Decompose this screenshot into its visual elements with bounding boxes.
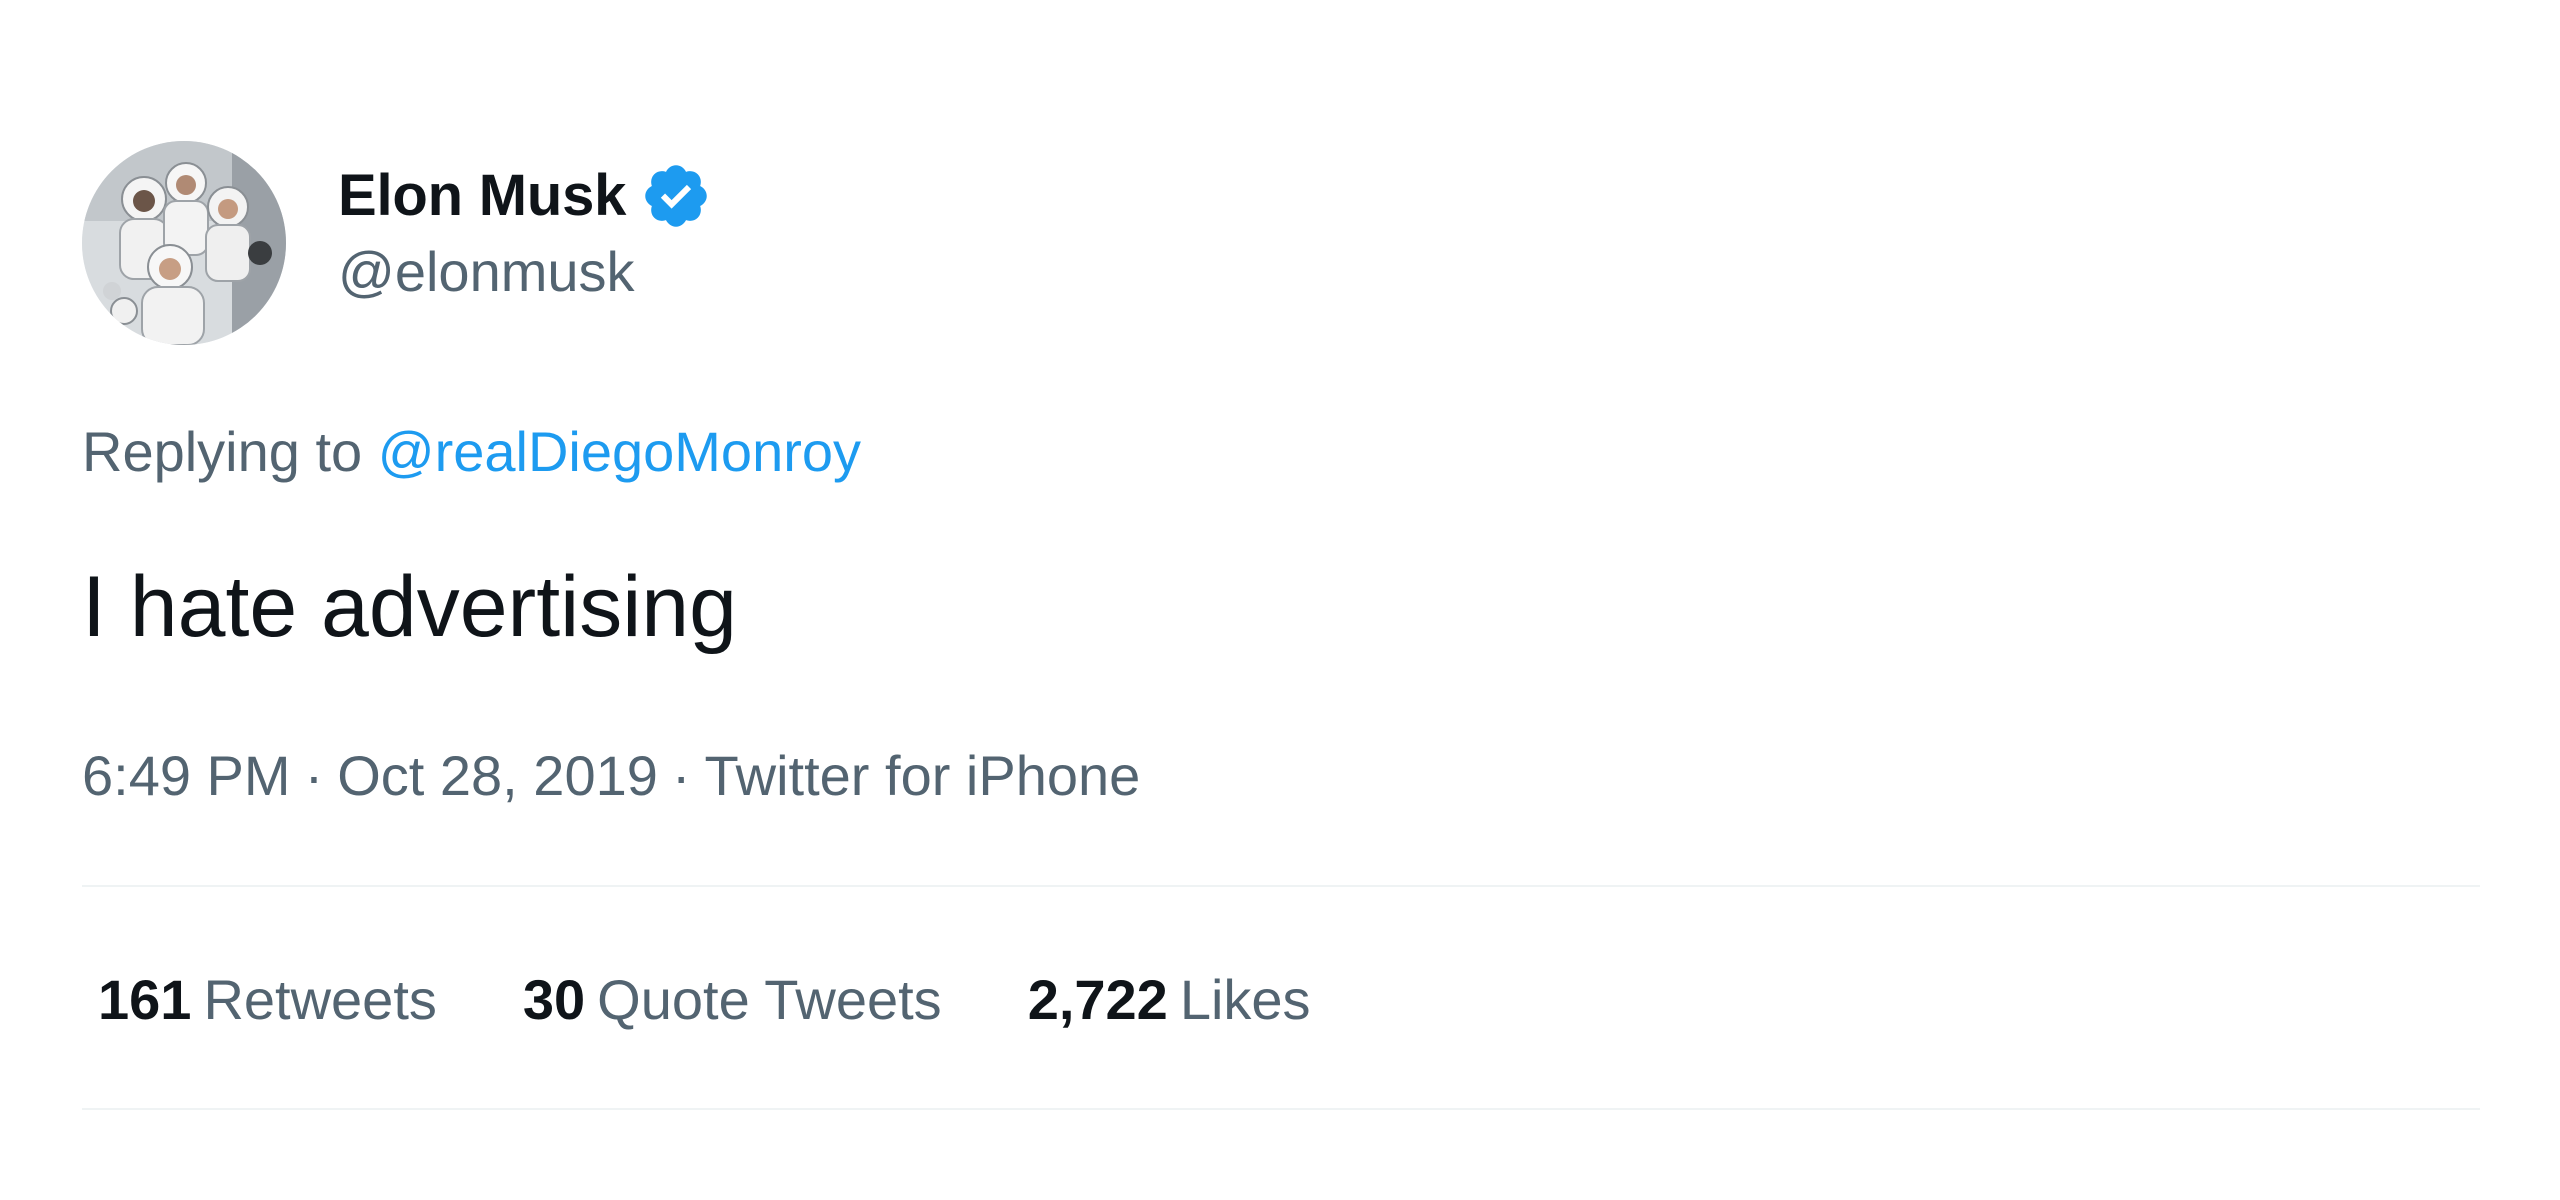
quote-tweets-label: Quote Tweets — [597, 968, 942, 1031]
retweets-stat[interactable]: 161 Retweets — [98, 972, 437, 1028]
replying-to-line: Replying to @realDiegoMonroy — [82, 424, 861, 480]
engagement-stats: 161 Retweets 30 Quote Tweets 2,722 Likes — [98, 972, 1397, 1028]
verified-badge-icon — [640, 160, 712, 232]
avatar-photo — [82, 141, 286, 345]
tweet-text: I hate advertising — [82, 559, 737, 655]
tweet-time[interactable]: 6:49 PM — [82, 744, 291, 807]
avatar[interactable] — [82, 141, 286, 345]
author-block: Elon Musk @elonmusk — [338, 150, 712, 300]
tweet-meta: 6:49 PM · Oct 28, 2019 · Twitter for iPhone — [82, 748, 1140, 804]
divider — [82, 1108, 2480, 1110]
author-name-row: Elon Musk — [338, 150, 712, 242]
author-display-name[interactable]: Elon Musk — [338, 167, 626, 225]
replying-to-prefix: Replying to — [82, 420, 363, 483]
quote-tweets-count: 30 — [522, 968, 586, 1031]
retweets-count: 161 — [98, 968, 192, 1031]
tweet-date[interactable]: Oct 28, 2019 — [337, 744, 658, 807]
tweet-source[interactable]: Twitter for iPhone — [705, 744, 1141, 807]
meta-separator: · — [671, 744, 691, 807]
divider — [82, 885, 2480, 887]
likes-stat[interactable]: 2,722 Likes — [1028, 972, 1311, 1028]
meta-separator: · — [304, 744, 324, 807]
tweet-detail: Elon Musk @elonmusk Replying to @realDie… — [0, 0, 2560, 1200]
replying-to-link[interactable]: @realDiegoMonroy — [378, 420, 861, 483]
retweets-label: Retweets — [203, 968, 437, 1031]
author-handle[interactable]: @elonmusk — [338, 244, 712, 300]
quote-tweets-stat[interactable]: 30 Quote Tweets — [523, 972, 942, 1028]
likes-label: Likes — [1179, 968, 1311, 1031]
likes-count: 2,722 — [1027, 968, 1168, 1031]
